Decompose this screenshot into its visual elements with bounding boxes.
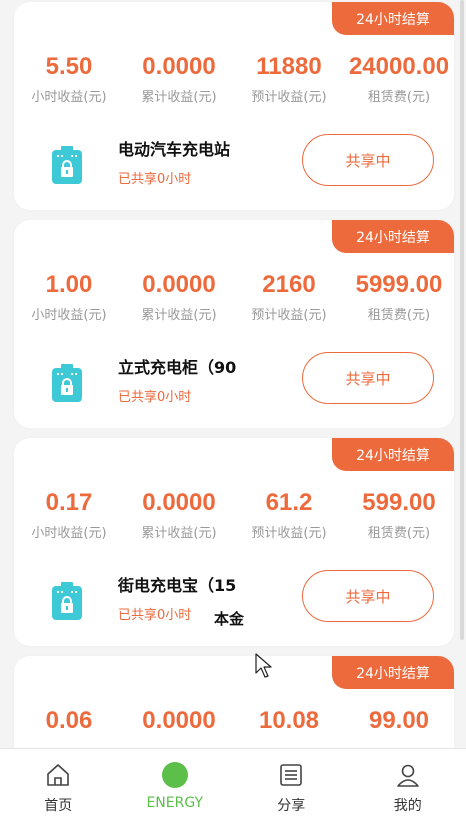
bottom-tab-bar: 首页 ENERGY 分享 我的	[0, 748, 466, 825]
hourly-income-label: 小时收益(元)	[31, 90, 107, 105]
expected-income-label: 预计收益(元)	[251, 308, 327, 323]
expected-income-value: 10.08	[258, 707, 320, 734]
expected-income-stat: 61.2 预计收益(元)	[234, 488, 344, 541]
shared-duration: 已共享0小时	[118, 608, 192, 623]
hourly-income-value: 0.17	[45, 489, 93, 516]
hourly-income-stat: 1.00 小时收益(元)	[14, 270, 124, 323]
device-card: 24小时结算 0.17 小时收益(元) 0.0000 累计收益(元) 61.2 …	[14, 438, 454, 646]
expected-income-value: 61.2	[265, 489, 313, 516]
battery-lock-icon	[52, 364, 82, 402]
scrollbar[interactable]	[460, 0, 464, 640]
total-income-stat: 0.0000	[124, 706, 234, 736]
tab-share[interactable]: 分享	[233, 749, 350, 825]
share-list-icon	[280, 764, 303, 786]
device-row: 立式充电柜（90 已共享0小时 共享中	[14, 350, 454, 410]
shared-duration: 已共享0小时	[118, 172, 192, 187]
rental-fee-stat: 5999.00 租赁费(元)	[344, 270, 454, 323]
expected-income-label: 预计收益(元)	[251, 90, 327, 105]
device-name: 电动汽车充电站	[118, 140, 231, 159]
stats-row: 5.50 小时收益(元) 0.0000 累计收益(元) 11880 预计收益(元…	[14, 52, 454, 112]
hourly-income-value: 0.06	[45, 707, 93, 734]
total-income-label: 累计收益(元)	[141, 308, 217, 323]
sharing-button[interactable]: 共享中	[302, 134, 434, 186]
battery-lock-icon	[52, 582, 82, 620]
user-icon	[396, 764, 419, 787]
overlay-principal-text: 本金	[214, 610, 245, 628]
device-list: 24小时结算 5.50 小时收益(元) 0.0000 累计收益(元) 11880…	[0, 0, 466, 748]
rental-fee-value: 599.00	[362, 489, 436, 516]
total-income-stat: 0.0000 累计收益(元)	[124, 270, 234, 323]
device-row: 电动汽车充电站 已共享0小时 共享中	[14, 132, 454, 192]
rental-fee-label: 租赁费(元)	[367, 308, 431, 323]
hourly-income-label: 小时收益(元)	[31, 526, 107, 541]
hourly-income-stat: 0.06	[14, 706, 124, 736]
home-icon	[47, 764, 70, 786]
sharing-button[interactable]: 共享中	[302, 570, 434, 622]
settlement-badge: 24小时结算	[332, 2, 454, 35]
tab-energy-label: ENERGY	[146, 795, 204, 811]
device-row: 街电充电宝（15 已共享0小时 本金 共享中	[14, 568, 454, 628]
device-card: 24小时结算 5.50 小时收益(元) 0.0000 累计收益(元) 11880…	[14, 2, 454, 210]
rental-fee-label: 租赁费(元)	[367, 526, 431, 541]
tab-mine-label: 我的	[393, 798, 422, 814]
hourly-income-value: 5.50	[45, 53, 93, 80]
expected-income-value: 2160	[262, 271, 316, 298]
settlement-badge: 24小时结算	[332, 438, 454, 471]
total-income-value: 0.0000	[142, 53, 216, 80]
total-income-value: 0.0000	[142, 707, 216, 734]
shared-duration: 已共享0小时	[118, 390, 192, 405]
rental-fee-value: 5999.00	[355, 271, 443, 298]
hourly-income-stat: 0.17 小时收益(元)	[14, 488, 124, 541]
tab-home[interactable]: 首页	[0, 749, 117, 825]
stats-row: 0.06 0.0000 10.08 99.00	[14, 706, 454, 748]
rental-fee-stat: 599.00 租赁费(元)	[344, 488, 454, 541]
device-name: 街电充电宝（15	[118, 576, 237, 595]
settlement-badge: 24小时结算	[332, 656, 454, 689]
rental-fee-stat: 99.00	[344, 706, 454, 736]
expected-income-stat: 10.08	[234, 706, 344, 736]
expected-income-label: 预计收益(元)	[251, 526, 327, 541]
settlement-badge: 24小时结算	[332, 220, 454, 253]
rental-fee-value: 99.00	[368, 707, 430, 734]
total-income-value: 0.0000	[142, 489, 216, 516]
sharing-button[interactable]: 共享中	[302, 352, 434, 404]
expected-income-value: 11880	[256, 53, 322, 80]
device-name: 立式充电柜（90	[118, 358, 237, 377]
hourly-income-stat: 5.50 小时收益(元)	[14, 52, 124, 105]
tab-home-label: 首页	[44, 798, 73, 814]
total-income-value: 0.0000	[142, 271, 216, 298]
total-income-stat: 0.0000 累计收益(元)	[124, 52, 234, 105]
total-income-label: 累计收益(元)	[141, 90, 217, 105]
total-income-stat: 0.0000 累计收益(元)	[124, 488, 234, 541]
energy-dot-icon	[161, 762, 188, 788]
expected-income-stat: 2160 预计收益(元)	[234, 270, 344, 323]
tab-share-label: 分享	[277, 798, 306, 814]
mouse-cursor-icon	[255, 653, 272, 678]
tab-mine[interactable]: 我的	[350, 749, 466, 825]
hourly-income-value: 1.00	[45, 271, 93, 298]
battery-lock-icon	[52, 146, 82, 184]
expected-income-stat: 11880 预计收益(元)	[234, 52, 344, 105]
rental-fee-value: 24000.00	[348, 53, 450, 80]
rental-fee-stat: 24000.00 租赁费(元)	[344, 52, 454, 105]
stats-row: 1.00 小时收益(元) 0.0000 累计收益(元) 2160 预计收益(元)…	[14, 270, 454, 330]
tab-energy[interactable]: ENERGY	[117, 749, 234, 825]
device-card: 24小时结算 1.00 小时收益(元) 0.0000 累计收益(元) 2160 …	[14, 220, 454, 428]
total-income-label: 累计收益(元)	[141, 526, 217, 541]
device-card: 24小时结算 0.06 0.0000 10.08 99.00	[14, 656, 454, 748]
hourly-income-label: 小时收益(元)	[31, 308, 107, 323]
stats-row: 0.17 小时收益(元) 0.0000 累计收益(元) 61.2 预计收益(元)…	[14, 488, 454, 548]
rental-fee-label: 租赁费(元)	[367, 90, 431, 105]
